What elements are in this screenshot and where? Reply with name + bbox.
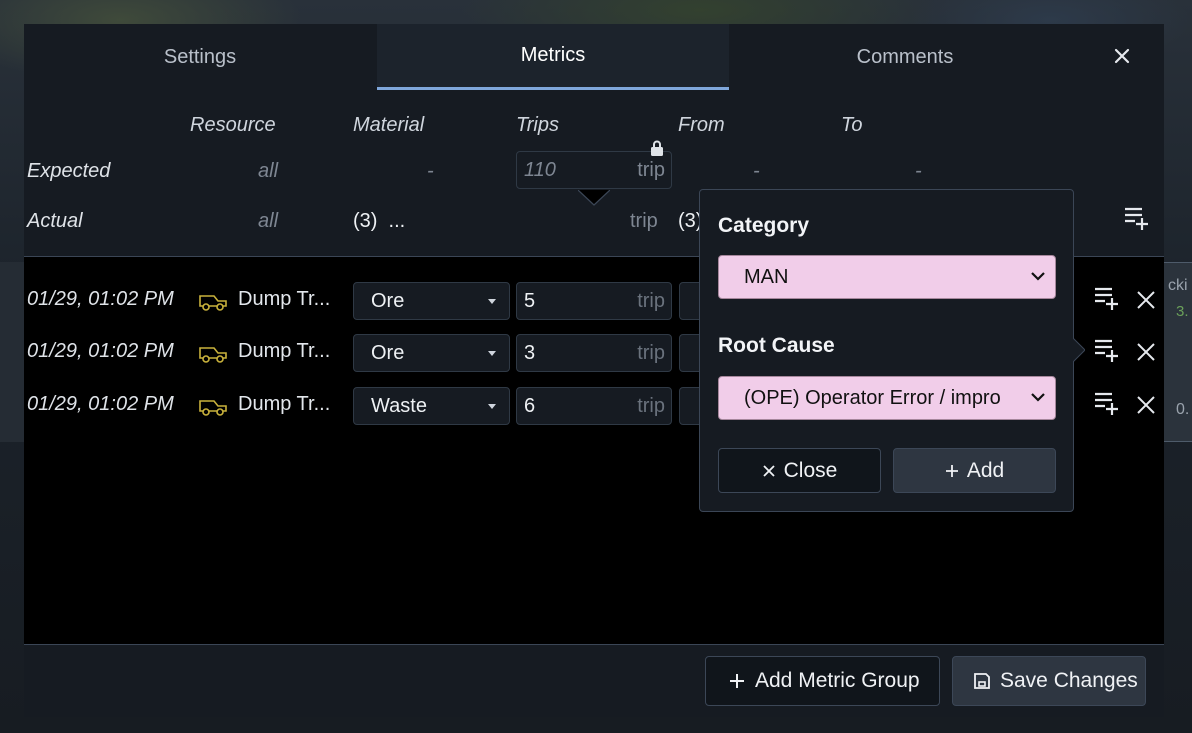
add-comment-icon[interactable] [1124,206,1150,230]
material-select[interactable]: Ore [353,334,510,372]
save-changes-label: Save Changes [1000,669,1138,692]
row-timestamp: 01/29, 01:02 PM [27,340,174,362]
trips-unit: trip [637,342,665,364]
chevron-down-icon [1031,393,1045,402]
expected-trips-field: 110 trip [516,151,672,189]
trips-input[interactable]: 3 trip [516,334,672,372]
category-label: Category [718,214,810,237]
background-text-fragment: 0. [1176,401,1190,418]
save-changes-button[interactable]: Save Changes [952,656,1146,706]
row-timestamp: 01/29, 01:02 PM [27,288,174,310]
popover-close-label: Close [783,458,838,482]
dump-truck-icon [199,295,227,311]
expected-to: - [915,160,922,182]
expected-material: - [427,160,434,182]
row-resource: Dump Tr... [238,288,331,310]
column-header-material: Material [353,114,425,136]
close-modal-button[interactable] [1110,44,1134,68]
dump-truck-icon [199,347,227,363]
add-comment-icon[interactable] [1094,338,1120,362]
tab-comments[interactable]: Comments [729,24,1081,90]
row-resource: Dump Tr... [238,340,331,362]
trips-value: 3 [524,342,536,364]
close-icon [1114,48,1130,64]
add-comment-icon[interactable] [1094,391,1120,415]
plus-icon [730,674,744,688]
plus-icon [945,464,958,477]
material-value: Ore [371,342,405,364]
expected-resource: all [258,160,279,182]
row-timestamp: 01/29, 01:02 PM [27,393,174,415]
trips-unit: trip [637,395,665,417]
material-select[interactable]: Waste [353,387,510,425]
material-value: Waste [371,395,427,417]
delete-row-icon[interactable] [1135,289,1157,311]
trips-input[interactable]: 6 trip [516,387,672,425]
trips-value: 6 [524,395,536,417]
column-header-from: From [678,114,725,136]
expand-caret-icon [578,190,610,206]
trips-input[interactable]: 5 trip [516,282,672,320]
material-select[interactable]: Ore [353,282,510,320]
expected-trips-unit: trip [637,159,665,181]
add-metric-group-button[interactable]: Add Metric Group [705,656,940,706]
trips-unit: trip [637,290,665,312]
root-cause-label: Root Cause [718,334,835,357]
expected-label: Expected [27,160,111,182]
floppy-disk-icon [974,673,990,689]
lock-icon [651,140,663,156]
expected-from: - [753,160,760,182]
caret-down-icon [488,404,496,409]
column-header-resource: Resource [190,114,276,136]
chevron-down-icon [1031,272,1045,281]
background-left-panel [0,262,24,442]
background-text-fragment: 3. [1176,303,1189,320]
actual-trips-unit: trip [630,210,658,232]
comment-popover: Category MAN Root Cause (OPE) Operator E… [699,189,1085,512]
add-comment-icon[interactable] [1094,286,1120,310]
category-select[interactable]: MAN [718,255,1056,299]
popover-add-button[interactable]: Add [893,448,1056,493]
delete-row-icon[interactable] [1135,394,1157,416]
popover-close-button[interactable]: Close [718,448,881,493]
category-value: MAN [744,266,789,288]
root-cause-value: (OPE) Operator Error / impro [744,387,1001,409]
expected-trips-value: 110 [524,159,556,181]
background-text-fragment: cki [1168,277,1188,294]
row-resource: Dump Tr... [238,393,331,415]
actual-material: (3) ... [353,210,406,232]
tab-settings[interactable]: Settings [24,24,376,90]
actual-label: Actual [27,210,83,232]
tab-bar: Settings Metrics Comments [24,24,1164,90]
dump-truck-icon [199,400,227,416]
delete-row-icon[interactable] [1135,341,1157,363]
actual-resource: all [258,210,279,232]
root-cause-select[interactable]: (OPE) Operator Error / impro [718,376,1056,420]
popover-arrow [1073,338,1085,362]
close-icon [763,464,775,477]
material-value: Ore [371,290,405,312]
caret-down-icon [488,351,496,356]
add-metric-group-label: Add Metric Group [755,669,920,692]
column-header-to: To [841,114,863,136]
caret-down-icon [488,299,496,304]
modal-footer: Add Metric Group Save Changes [24,644,1164,717]
trips-value: 5 [524,290,536,312]
popover-add-label: Add [966,458,1005,482]
column-header-trips: Trips [516,114,559,136]
tab-metrics[interactable]: Metrics [377,24,729,90]
